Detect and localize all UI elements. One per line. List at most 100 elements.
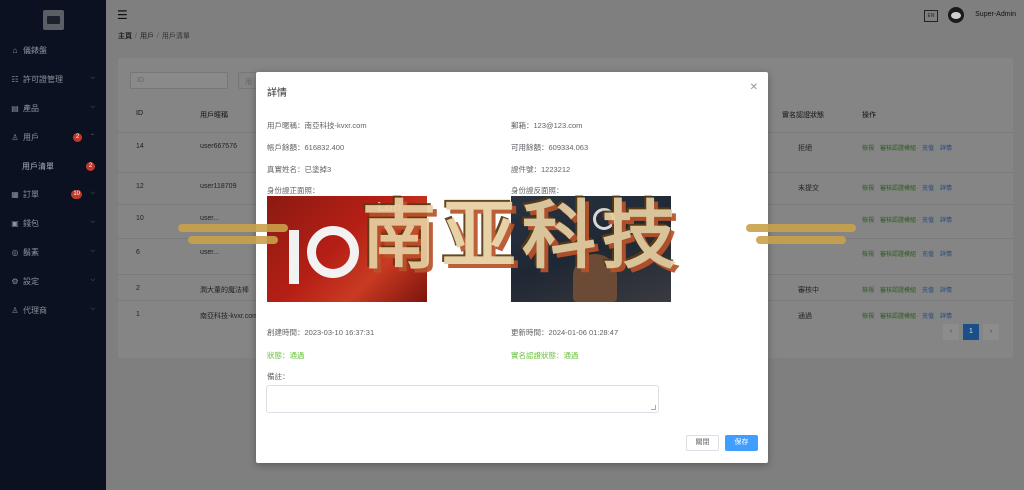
cell-status: 審核中 [798, 287, 819, 294]
cell-username: user118709 [200, 183, 237, 190]
id-front-image[interactable]: Lon [267, 196, 427, 302]
next-page-button[interactable]: › [983, 324, 999, 340]
cell-id: 6 [136, 249, 140, 256]
created-time-field: 創建時間：2023-03-10 16:37:31 [267, 328, 375, 337]
row-actions: 檢視 審核認證模組 充值 詳情 [862, 249, 958, 258]
sidebar-item-user[interactable]: ♙ 用戶 2 ⌃ [0, 123, 106, 152]
recharge-link[interactable]: 充值 [922, 288, 934, 294]
audit-link[interactable]: 審核認證模組 [880, 186, 916, 192]
chevron-down-icon: ⌵ [90, 75, 95, 81]
cell-id: 2 [136, 285, 140, 292]
sidebar-item-order[interactable]: ▦ 訂單 10 ⌵ [0, 180, 106, 209]
recharge-link[interactable]: 充值 [922, 186, 934, 192]
id-back-image[interactable] [511, 196, 671, 302]
image-shape [289, 230, 299, 284]
notice-icon: ◎ [11, 248, 19, 257]
detail-link[interactable]: 詳情 [940, 186, 952, 192]
id-front-label: 身份證正面照： [267, 186, 320, 195]
chevron-down-icon: ⌵ [90, 248, 95, 254]
verify-status-field: 實名認證狀態：通過 [511, 351, 579, 360]
cell-id: 14 [136, 143, 144, 150]
menu-toggle-icon[interactable]: ☰ [117, 8, 128, 22]
audit-link[interactable]: 審核認證模組 [880, 218, 916, 224]
balance-field: 帳戶餘額：616832.400 [267, 143, 345, 152]
save-button[interactable]: 保存 [725, 435, 758, 451]
detail-link[interactable]: 詳情 [940, 252, 952, 258]
sidebar-item-label: 用戶 [23, 133, 39, 142]
id-front-image-text: Lon [377, 200, 402, 214]
sidebar-item-agent[interactable]: ♙ 代理商 ⌵ [0, 296, 106, 325]
col-id: ID [136, 110, 143, 117]
chevron-down-icon: ⌵ [90, 104, 95, 110]
settings-icon: ⚙ [11, 277, 19, 286]
sidebar-item-settings[interactable]: ⚙ 設定 ⌵ [0, 267, 106, 296]
detail-link[interactable]: 詳情 [940, 218, 952, 224]
status-field: 狀態：通過 [267, 351, 305, 360]
sidebar-item-license[interactable]: ☷ 許可證管理 ⌵ [0, 65, 106, 94]
view-link[interactable]: 檢視 [862, 314, 874, 320]
detail-link[interactable]: 詳情 [940, 146, 952, 152]
wallet-icon: ▣ [11, 219, 19, 228]
row-actions: 檢視 審核認證模組 充值 詳情 [862, 285, 958, 294]
row-actions: 檢視 審核認證模組 充值 詳情 [862, 143, 958, 152]
sidebar-item-user-list[interactable]: 用戶清單 2 [0, 152, 106, 180]
notification-badge: 10 [71, 190, 82, 199]
home-icon: ⌂ [12, 46, 18, 55]
recharge-link[interactable]: 充值 [922, 314, 934, 320]
cell-username: 南亞科技-kvxr.com [200, 313, 258, 320]
view-link[interactable]: 檢視 [862, 218, 874, 224]
id-filter-input[interactable]: ID [130, 72, 228, 89]
image-shape [307, 226, 359, 278]
view-link[interactable]: 檢視 [862, 186, 874, 192]
image-shape [573, 254, 617, 302]
audit-link[interactable]: 審核認證模組 [880, 314, 916, 320]
dialog-title: 詳情 [267, 88, 287, 99]
breadcrumb-home[interactable]: 主頁 [118, 33, 132, 40]
image-shape [593, 208, 615, 230]
sidebar-item-dashboard[interactable]: ⌂ 儀錶盤 [0, 36, 106, 65]
sidebar-item-notice[interactable]: ◎ 鬍素 ⌵ [0, 238, 106, 267]
order-icon: ▦ [11, 190, 19, 199]
nickname-field: 用戶暱稱：南亞科技-kvxr.com [267, 121, 367, 130]
recharge-link[interactable]: 充值 [922, 252, 934, 258]
id-back-label: 身份證反面照： [511, 186, 564, 195]
detail-link[interactable]: 詳情 [940, 314, 952, 320]
close-icon[interactable]: ✕ [750, 82, 758, 93]
sidebar-item-wallet[interactable]: ▣ 錢包 ⌵ [0, 209, 106, 238]
avatar[interactable] [948, 7, 964, 23]
breadcrumb-user[interactable]: 用戶 [140, 33, 154, 40]
audit-link[interactable]: 審核認證模組 [880, 146, 916, 152]
col-verify: 實名認證狀態 [782, 112, 824, 119]
chevron-down-icon: ⌵ [90, 277, 95, 283]
cell-status: 通過 [798, 313, 812, 320]
audit-link[interactable]: 審核認證模組 [880, 288, 916, 294]
remark-textarea[interactable] [266, 385, 659, 413]
detail-dialog: 詳情 ✕ 用戶暱稱：南亞科技-kvxr.com 郵箱：123@123.com 帳… [256, 72, 768, 463]
agent-icon: ♙ [11, 306, 19, 315]
recharge-link[interactable]: 充值 [922, 218, 934, 224]
cell-username: user... [200, 249, 220, 256]
sidebar-item-label: 用戶清單 [22, 161, 54, 171]
sidebar-item-label: 產品 [23, 104, 39, 113]
prev-page-button[interactable]: ‹ [943, 324, 959, 340]
realname-field: 真實姓名：已塗掉3 [267, 165, 332, 174]
audit-link[interactable]: 審核認證模組 [880, 252, 916, 258]
pagination: ‹ 1 › [939, 324, 999, 340]
cell-username: user... [200, 215, 220, 222]
username[interactable]: Super-Admin [975, 11, 1016, 18]
detail-link[interactable]: 詳情 [940, 288, 952, 294]
notification-badge: 2 [86, 162, 95, 171]
language-toggle[interactable]: EN [924, 10, 938, 22]
view-link[interactable]: 檢視 [862, 288, 874, 294]
view-link[interactable]: 檢視 [862, 146, 874, 152]
sidebar-item-product[interactable]: ▤ 產品 ⌵ [0, 94, 106, 123]
notification-badge: 2 [73, 133, 82, 142]
page-button[interactable]: 1 [963, 324, 979, 340]
sidebar-item-label: 錢包 [23, 219, 39, 228]
view-link[interactable]: 檢視 [862, 252, 874, 258]
row-actions: 檢視 審核認證模組 充值 詳情 [862, 311, 958, 320]
row-actions: 檢視 審核認證模組 充值 詳情 [862, 183, 958, 192]
close-button[interactable]: 關閉 [686, 435, 719, 451]
chevron-down-icon: ⌵ [90, 306, 95, 312]
recharge-link[interactable]: 充值 [922, 146, 934, 152]
